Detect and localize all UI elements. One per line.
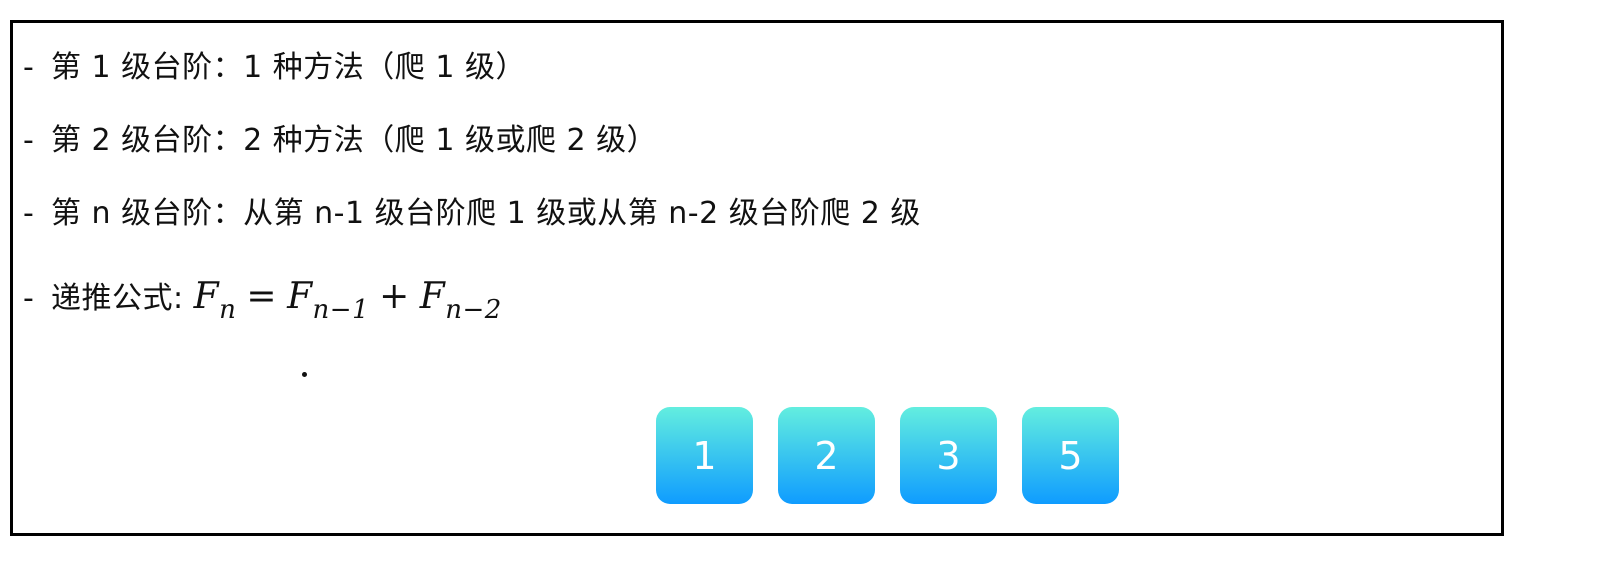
rule-step-2-text: 第 2 级台阶：2 种方法（爬 1 级或爬 2 级）: [51, 123, 658, 158]
formula-lhs-sub: n: [219, 295, 237, 325]
bullet: -: [23, 123, 35, 158]
formula-lhs-var: F: [193, 276, 220, 317]
formula-term1-sub: n−1: [312, 295, 370, 325]
fibonacci-tiles: 1 2 3 5: [656, 407, 1119, 504]
formula-term1-var: F: [287, 276, 313, 317]
recurrence-formula: Fn = Fn−1 + Fn−2: [193, 276, 502, 324]
rule-step-1-text: 第 1 级台阶：1 种方法（爬 1 级）: [51, 50, 526, 85]
tile-4: 5: [1022, 407, 1119, 504]
tile-3: 3: [900, 407, 997, 504]
bullet: -: [23, 50, 35, 85]
content-frame: -第 1 级台阶：1 种方法（爬 1 级） -第 2 级台阶：2 种方法（爬 1…: [10, 20, 1504, 536]
formula-plus: +: [379, 276, 410, 317]
rule-step-2: -第 2 级台阶：2 种方法（爬 1 级或爬 2 级）: [23, 126, 657, 156]
bullet: -: [23, 196, 35, 231]
dot-mark: [302, 372, 307, 377]
rule-step-n-text: 第 n 级台阶：从第 n-1 级台阶爬 1 级或从第 n-2 级台阶爬 2 级: [51, 196, 921, 231]
formula-equals: =: [246, 276, 278, 317]
recurrence-formula-line: - 递推公式: Fn = Fn−1 + Fn−2: [23, 276, 502, 324]
rule-step-1: -第 1 级台阶：1 种方法（爬 1 级）: [23, 53, 526, 83]
bullet: -: [23, 281, 35, 316]
formula-term2-sub: n−2: [445, 295, 502, 325]
tile-2: 2: [778, 407, 875, 504]
formula-label: 递推公式:: [51, 281, 194, 316]
rule-step-n: -第 n 级台阶：从第 n-1 级台阶爬 1 级或从第 n-2 级台阶爬 2 级: [23, 199, 921, 229]
formula-term2-var: F: [419, 276, 446, 317]
tile-1: 1: [656, 407, 753, 504]
